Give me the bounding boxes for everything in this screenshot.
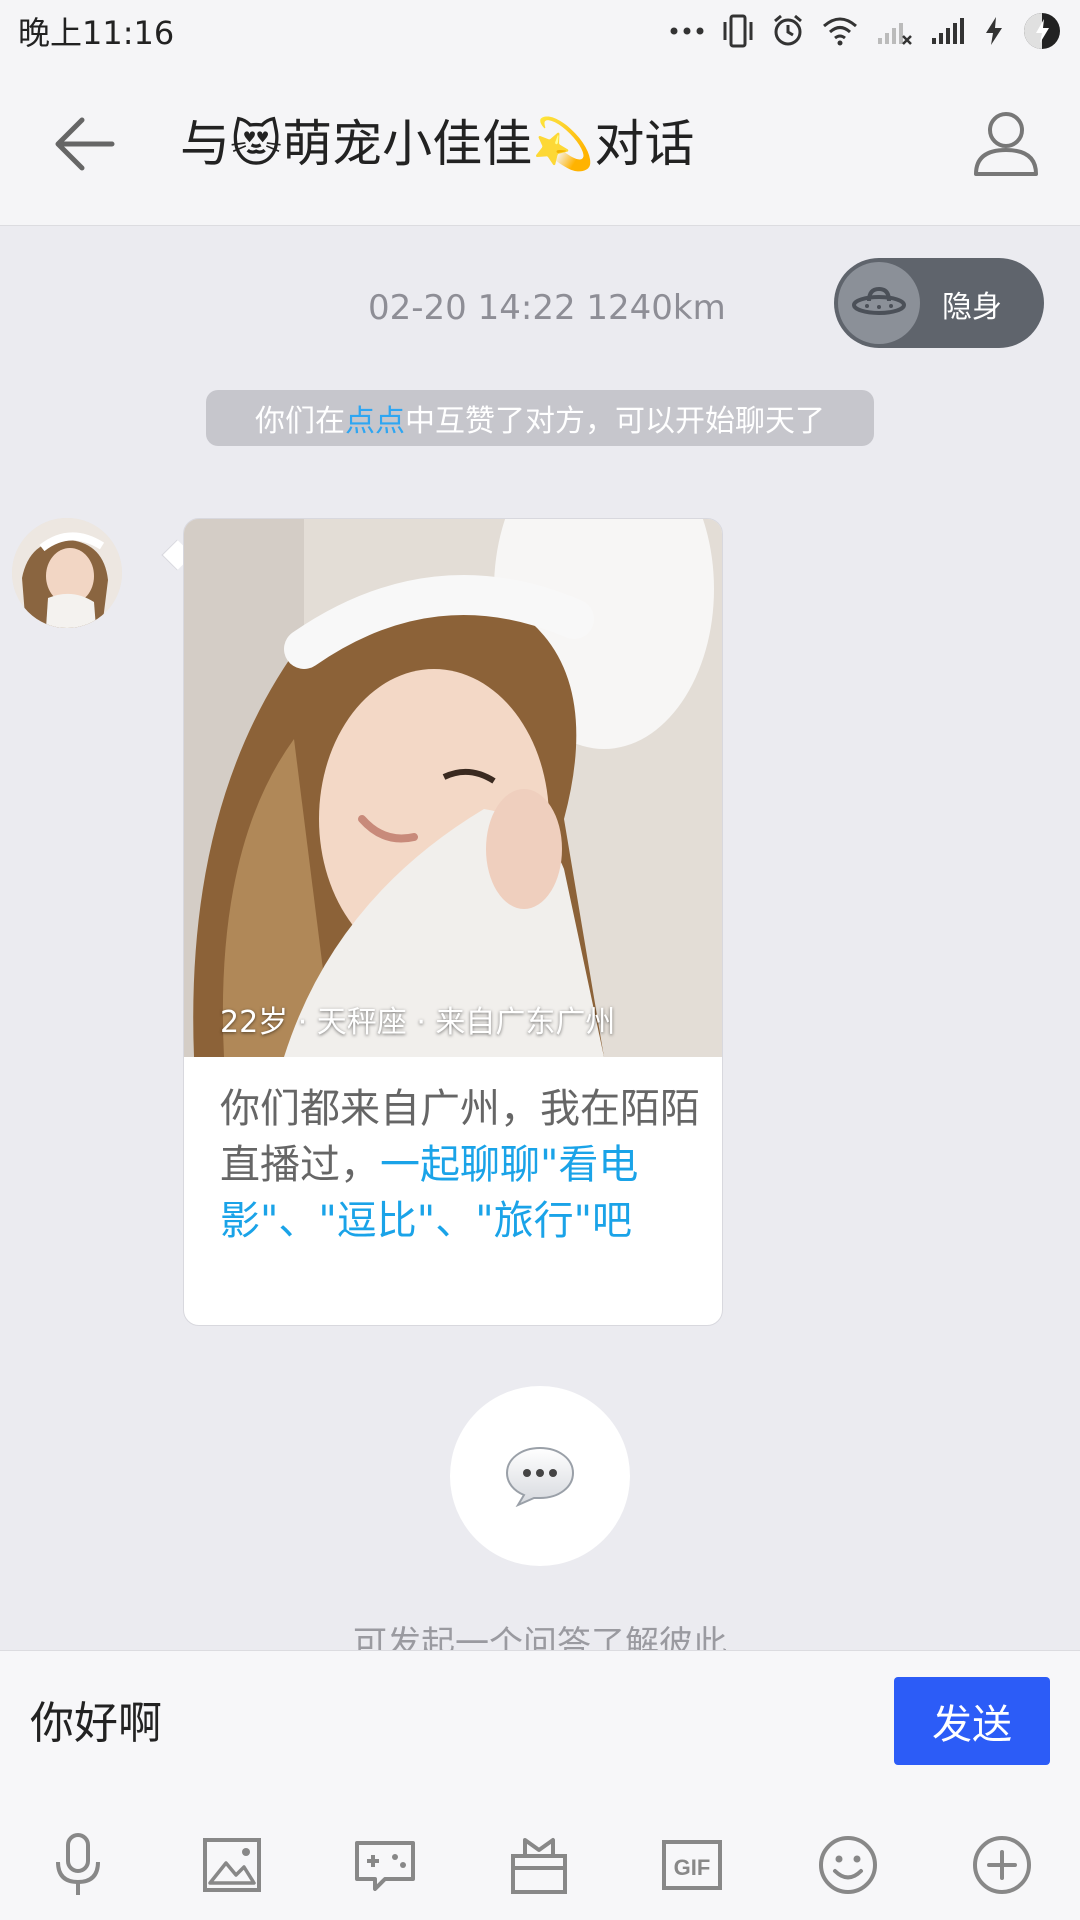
card-photo-info: 22岁 · 天秤座 · 来自广东广州 bbox=[220, 1005, 616, 1040]
emoji-button[interactable] bbox=[808, 1825, 888, 1905]
profile-photo bbox=[184, 519, 722, 1057]
signal-off-icon bbox=[878, 23, 912, 45]
game-icon bbox=[355, 1841, 415, 1891]
message-timestamp: 02-20 14:22 1240km bbox=[368, 288, 726, 328]
profile-card[interactable]: 22岁 · 天秤座 · 来自广东广州 你们都来自广州，我在陌陌直播过，一起聊聊"… bbox=[183, 518, 723, 1326]
battery-icon bbox=[1024, 13, 1060, 49]
microphone-icon bbox=[56, 1833, 100, 1895]
chat-title: 与😻萌宠小佳佳💫对话 bbox=[180, 115, 695, 173]
profile-button[interactable] bbox=[970, 106, 1042, 178]
qa-button[interactable] bbox=[450, 1386, 630, 1566]
status-bar: 晚上11:16 bbox=[0, 0, 1080, 62]
dots-icon bbox=[670, 27, 704, 35]
game-button[interactable] bbox=[345, 1825, 425, 1905]
gif-button[interactable]: GIF bbox=[652, 1825, 732, 1905]
avatar-photo bbox=[12, 518, 122, 628]
image-icon bbox=[203, 1838, 261, 1892]
speech-bubble-icon bbox=[505, 1446, 575, 1507]
ufo-icon bbox=[852, 286, 906, 315]
voice-button[interactable] bbox=[38, 1825, 118, 1905]
signal-icon bbox=[932, 18, 964, 44]
wifi-icon bbox=[823, 17, 857, 46]
card-photo[interactable]: 22岁 · 天秤座 · 来自广东广州 bbox=[184, 519, 722, 1057]
match-notice: 你们在 点点 中互赞了对方，可以开始聊天了 bbox=[206, 390, 874, 446]
stealth-label: 隐身 bbox=[942, 290, 1002, 325]
notice-prefix: 你们在 bbox=[255, 404, 345, 439]
gift-icon bbox=[511, 1838, 567, 1894]
input-bar: 你好啊 发送 GIF bbox=[0, 1650, 1080, 1920]
gift-button[interactable] bbox=[499, 1825, 579, 1905]
status-time: 晚上11:16 bbox=[18, 14, 175, 52]
chat-area[interactable]: 02-20 14:22 1240km 隐身 你们在 点点 中互赞了对方，可以开始聊天… bbox=[0, 226, 1080, 1650]
avatar[interactable] bbox=[12, 518, 122, 628]
more-button[interactable] bbox=[962, 1825, 1042, 1905]
input-toolbar: GIF bbox=[0, 1825, 1080, 1905]
status-icons bbox=[670, 11, 1062, 51]
back-button[interactable] bbox=[52, 114, 116, 174]
charging-icon bbox=[986, 17, 1002, 45]
gif-icon: GIF bbox=[662, 1840, 722, 1890]
stealth-knob bbox=[838, 262, 920, 344]
send-button[interactable]: 发送 bbox=[894, 1677, 1050, 1765]
image-button[interactable] bbox=[192, 1825, 272, 1905]
notice-link-dianDian[interactable]: 点点 bbox=[345, 396, 405, 440]
emoji-icon bbox=[819, 1836, 877, 1894]
vibrate-icon bbox=[723, 14, 753, 48]
notice-suffix: 中互赞了对方，可以开始聊天了 bbox=[405, 404, 825, 439]
alarm-icon bbox=[774, 14, 802, 46]
stealth-toggle[interactable]: 隐身 bbox=[834, 258, 1044, 348]
message-input[interactable]: 你好啊 bbox=[30, 1687, 850, 1761]
qa-hint: 可发起一个问答了解彼此 bbox=[353, 1624, 727, 1650]
chat-header: 与😻萌宠小佳佳💫对话 bbox=[0, 62, 1080, 226]
user-profile-icon bbox=[974, 112, 1038, 176]
card-text: 你们都来自广州，我在陌陌直播过，一起聊聊"看电影"、"逗比"、"旅行"吧 bbox=[220, 1081, 700, 1249]
back-arrow-icon bbox=[55, 117, 115, 171]
plus-icon bbox=[973, 1836, 1031, 1894]
svg-text:GIF: GIF bbox=[674, 1855, 711, 1880]
